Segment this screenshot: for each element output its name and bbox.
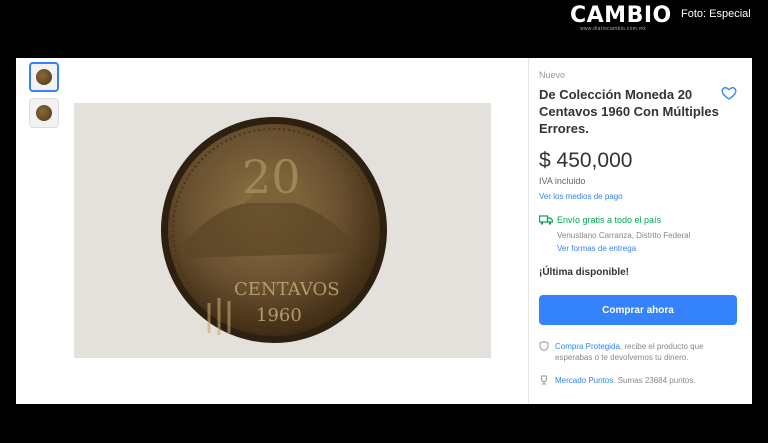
mercado-points-text: . Sumas 23684 puntos. <box>613 376 696 385</box>
seller-location: Venustiano Carranza, Distrito Federal <box>557 231 691 240</box>
svg-text:20: 20 <box>242 150 301 204</box>
shield-icon <box>539 341 549 351</box>
stock-status: ¡Última disponible! <box>539 267 629 278</box>
shipping-options-link[interactable]: Ver formas de entrega <box>557 244 636 253</box>
product-photo[interactable]: 20 CENTAVOS 1960 <box>74 103 491 358</box>
price: $ 450,000 <box>539 149 633 172</box>
free-shipping: Envío gratis a todo el país <box>557 215 662 225</box>
coin-image: 20 CENTAVOS 1960 <box>74 103 491 358</box>
protected-purchase-link[interactable]: Compra Protegida <box>555 342 620 351</box>
purchase-panel: Nuevo De Colección Moneda 20 Centavos 19… <box>528 58 752 404</box>
product-title: De Colección Moneda 20 Centavos 1960 Con… <box>539 87 719 136</box>
payment-methods-link[interactable]: Ver los medios de pago <box>539 192 623 201</box>
photo-credit: Foto: Especial <box>681 8 751 20</box>
top-bar: CAMBIO www.diariocambio.com.mx Foto: Esp… <box>0 0 768 58</box>
listing-screenshot: 20 CENTAVOS 1960 Nuevo De Colección Mone… <box>16 58 752 404</box>
trophy-icon <box>541 375 547 385</box>
coin-thumbnail-image <box>36 105 52 121</box>
mercado-points-link[interactable]: Mercado Puntos <box>555 376 613 385</box>
condition-label: Nuevo <box>539 70 566 80</box>
brand-url: www.diariocambio.com.mx <box>580 26 647 32</box>
heart-icon[interactable] <box>721 85 737 101</box>
tax-note: IVA incluido <box>539 176 586 186</box>
brand-logo: CAMBIO <box>570 3 672 28</box>
thumbnail-1[interactable] <box>29 62 59 92</box>
coin-thumbnail-image <box>36 69 52 85</box>
protected-purchase: Compra Protegida, recibe el producto que… <box>555 341 743 363</box>
svg-text:1960: 1960 <box>256 305 302 326</box>
thumbnail-2[interactable] <box>29 98 59 128</box>
mercado-points: Mercado Puntos. Sumas 23684 puntos. <box>555 375 743 386</box>
svg-text:CENTAVOS: CENTAVOS <box>234 279 340 300</box>
truck-icon <box>539 215 553 225</box>
buy-now-button[interactable]: Comprar ahora <box>539 295 737 325</box>
